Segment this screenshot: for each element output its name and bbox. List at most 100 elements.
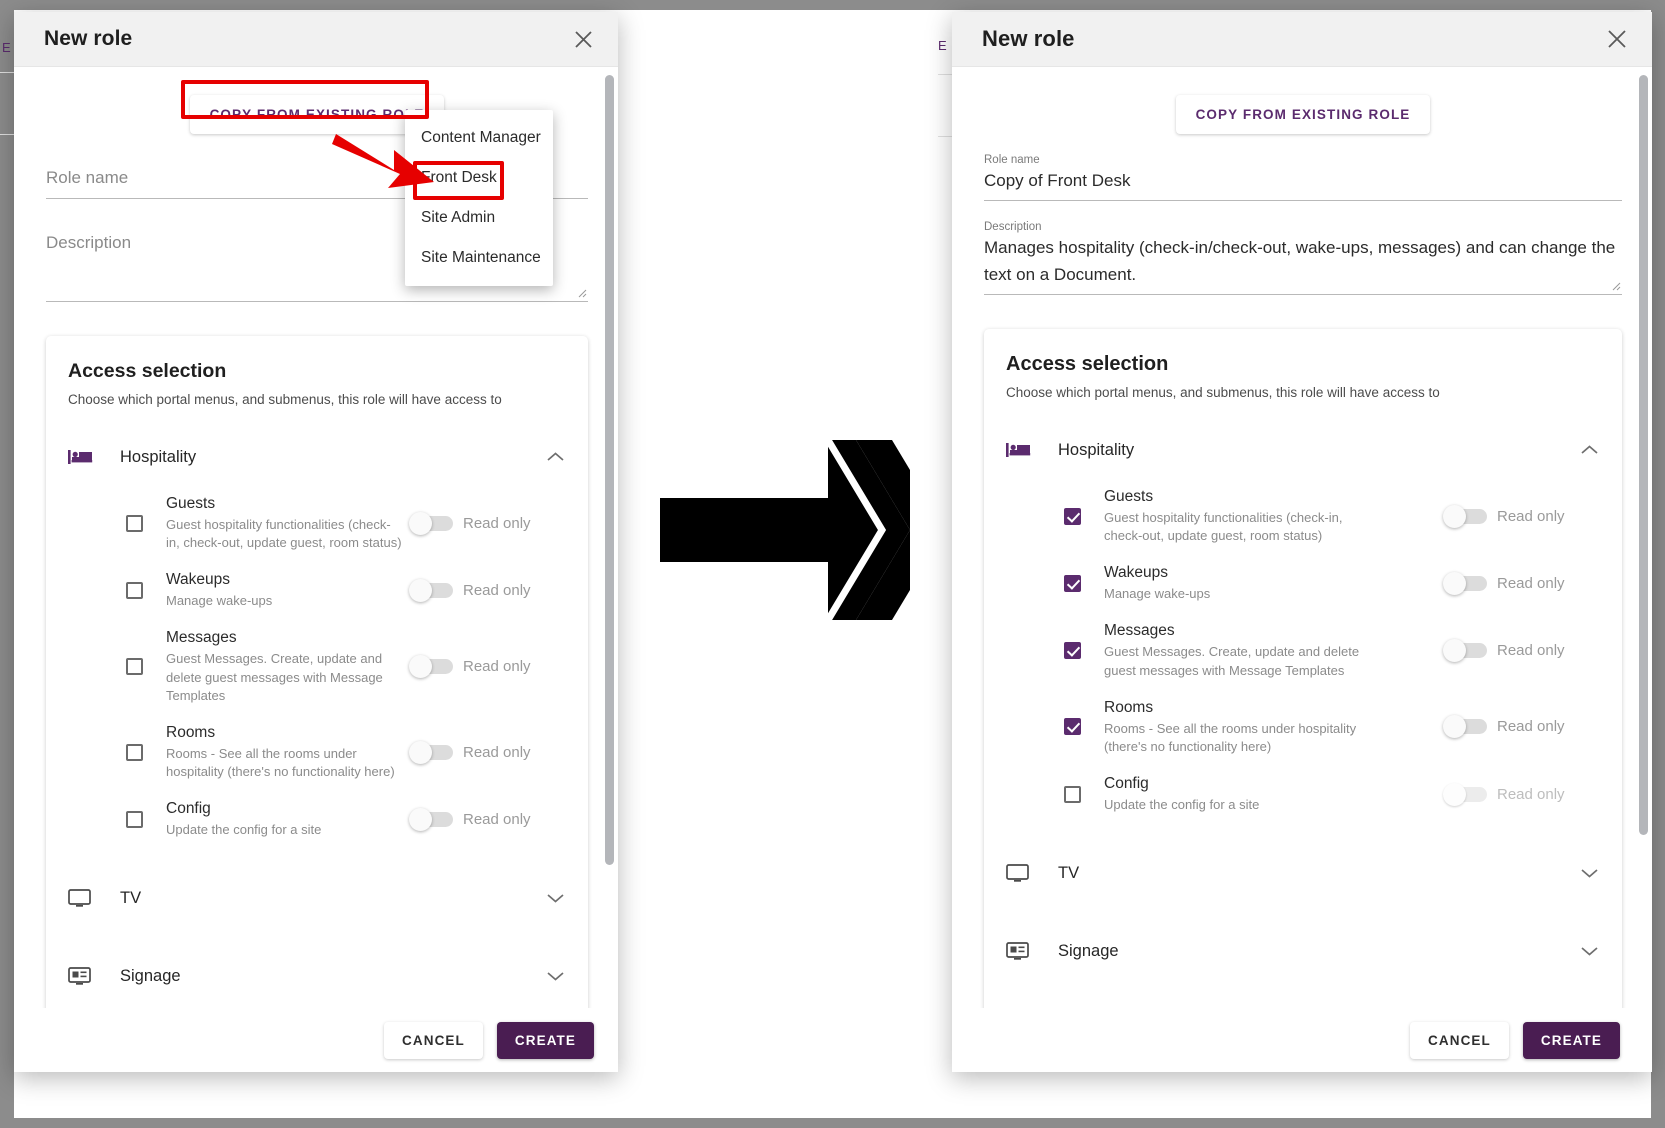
access-selection-subtitle: Choose which portal menus, and submenus,… [68,392,502,407]
dialog-scrollbar[interactable] [1639,75,1648,1000]
group-label: Hospitality [120,447,197,466]
permission-row: Wakeups Manage wake-ups Read only [114,561,566,619]
dropdown-item-front-desk[interactable]: Front Desk [405,158,553,198]
permission-name: Config [166,800,211,818]
toggle-switch[interactable] [409,578,453,602]
group-header-content[interactable]: Content [1006,1001,1600,1008]
toggle-switch[interactable] [1443,571,1487,595]
monitor-icon [68,888,108,908]
permission-description: Update the config for a site [1104,796,1260,812]
group-header-hospitality[interactable]: Hospitality [1006,422,1600,478]
permission-list-hospitality: Guests Guest hospitality functionalities… [68,485,566,848]
permission-description: Guest Messages. Create, update and delet… [1104,644,1360,678]
group-header-tv[interactable]: TV [68,870,566,926]
field-underline [984,294,1622,296]
toggle-switch[interactable] [409,807,453,831]
permission-checkbox-config[interactable] [114,810,154,828]
create-button[interactable]: CREATE [496,1021,594,1059]
monitor-icon [1006,863,1046,883]
permission-checkbox-wakeups[interactable] [114,581,154,599]
permission-checkbox-messages[interactable] [114,658,154,676]
toggle-label: Read only [463,810,531,828]
toggle-switch[interactable] [1443,782,1487,806]
chevron-up-icon[interactable] [1581,445,1600,455]
permission-text: Wakeups Manage wake-ups [1092,563,1445,603]
toggle-switch[interactable] [1443,715,1487,739]
toggle-switch[interactable] [409,655,453,679]
permission-description: Update the config for a site [166,822,322,838]
description-field[interactable]: Description Manages hospitality (check-i… [984,221,1622,296]
toggle-switch[interactable] [409,511,453,535]
chevron-down-icon[interactable] [1581,946,1600,956]
permission-row: Messages Guest Messages. Create, update … [114,619,566,713]
permission-row: Messages Guest Messages. Create, update … [1052,612,1600,688]
permission-name: Messages [1104,622,1175,640]
cancel-button[interactable]: CANCEL [1410,1021,1509,1059]
permission-description: Guest hospitality functionalities (check… [166,516,402,551]
permission-checkbox-rooms[interactable] [1052,718,1092,736]
permission-text: Rooms Rooms - See all the rooms under ho… [1092,698,1445,756]
permission-name: Config [1104,775,1149,793]
permission-checkbox-guests[interactable] [114,514,154,532]
group-label: Signage [120,966,181,985]
access-selection-card: Access selection Choose which portal men… [984,329,1622,1008]
read-only-toggle-config: Read only [1443,782,1600,806]
dialog-scrollbar[interactable] [605,75,614,1000]
group-label: TV [1058,863,1080,882]
signage-icon [68,966,108,986]
toggle-switch[interactable] [409,740,453,764]
read-only-toggle-messages: Read only [1443,639,1600,663]
group-header-tv[interactable]: TV [1006,845,1600,901]
chevron-down-icon[interactable] [1581,868,1600,878]
access-selection-subtitle: Choose which portal menus, and submenus,… [1006,385,1440,401]
permission-description: Guest Messages. Create, update and delet… [166,651,383,703]
permission-name: Guests [166,495,216,512]
close-icon[interactable] [566,22,600,56]
toggle-switch[interactable] [1443,639,1487,663]
chevron-up-icon[interactable] [547,452,566,462]
chevron-down-icon[interactable] [547,893,566,903]
close-icon[interactable] [1600,22,1634,56]
permission-name: Guests [1104,488,1154,506]
permission-row: Config Update the config for a site Read… [1052,765,1600,823]
dropdown-item-content-manager[interactable]: Content Manager [405,118,553,158]
toggle-label: Read only [463,658,531,676]
dropdown-item-site-admin[interactable]: Site Admin [405,198,553,238]
permission-checkbox-wakeups[interactable] [1052,574,1092,592]
backdrop-bottom-bar [0,1118,1665,1128]
page-title: New role [44,27,133,50]
create-button[interactable]: CREATE [1522,1021,1620,1059]
permission-text: Wakeups Manage wake-ups [154,570,411,610]
role-name-field[interactable]: Role name Copy of Front Desk [984,154,1622,202]
toggle-switch[interactable] [1443,504,1487,528]
toggle-label: Read only [1497,642,1565,660]
permission-row: Guests Guest hospitality functionalities… [1052,478,1600,554]
chevron-down-icon[interactable] [547,971,566,981]
cancel-button[interactable]: CANCEL [384,1021,483,1059]
toggle-label: Read only [463,743,531,761]
permission-checkbox-messages[interactable] [1052,642,1092,660]
group-label: Signage [1058,941,1119,960]
read-only-toggle-config: Read only [409,807,566,831]
dialog-footer: CANCEL CREATE [14,1008,618,1072]
copy-button-row: COPY FROM EXISTING ROLE [984,67,1622,134]
permission-checkbox-config[interactable] [1052,785,1092,803]
existing-roles-dropdown[interactable]: Content Manager Front Desk Site Admin Si… [405,110,553,286]
scrollbar-thumb[interactable] [605,75,614,865]
copy-from-existing-role-button[interactable]: COPY FROM EXISTING ROLE [1175,95,1431,134]
group-header-signage[interactable]: Signage [1006,923,1600,979]
group-header-hospitality[interactable]: Hospitality [68,429,566,485]
permission-row: Config Update the config for a site Read… [114,790,566,848]
dialog-header: New role [952,12,1652,67]
permission-row: Wakeups Manage wake-ups Read only [1052,554,1600,612]
permission-checkbox-guests[interactable] [1052,507,1092,525]
bed-icon [68,448,108,466]
group-header-signage[interactable]: Signage [68,948,566,1004]
permission-checkbox-rooms[interactable] [114,743,154,761]
field-underline [984,200,1622,202]
permission-text: Messages Guest Messages. Create, update … [1092,621,1445,679]
permission-text: Guests Guest hospitality functionalities… [1092,487,1445,545]
dropdown-item-site-maintenance[interactable]: Site Maintenance [405,238,553,278]
group-label: TV [120,888,142,907]
scrollbar-thumb[interactable] [1639,75,1648,835]
